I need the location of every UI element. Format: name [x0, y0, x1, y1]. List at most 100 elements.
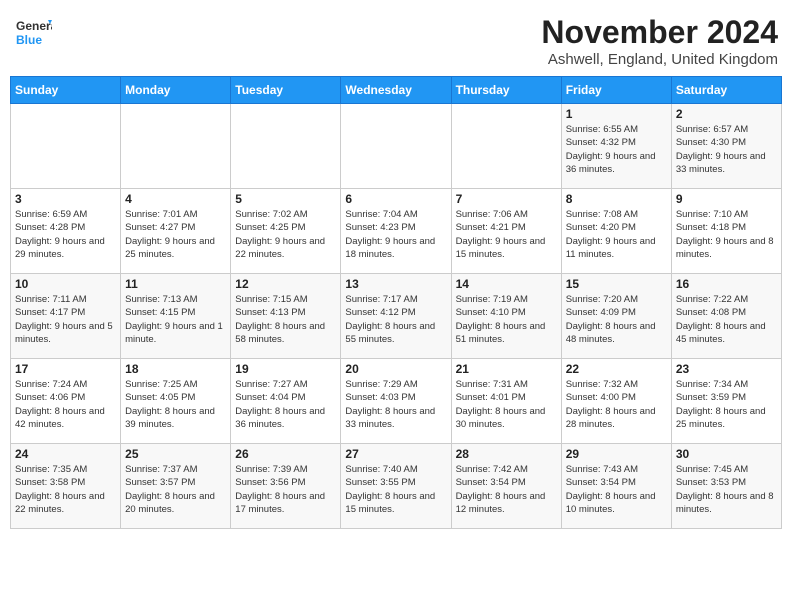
table-cell: 9 Sunrise: 7:10 AMSunset: 4:18 PMDaylight… [671, 189, 781, 274]
day-info: Sunrise: 7:31 AMSunset: 4:01 PMDaylight:… [456, 378, 557, 431]
col-friday: Friday [561, 77, 671, 104]
day-info: Sunrise: 7:35 AMSunset: 3:58 PMDaylight:… [15, 463, 116, 516]
table-cell: 21 Sunrise: 7:31 AMSunset: 4:01 PMDayligh… [451, 359, 561, 444]
col-monday: Monday [121, 77, 231, 104]
day-number: 10 [15, 277, 116, 291]
table-cell [121, 104, 231, 189]
day-number: 30 [676, 447, 777, 461]
day-number: 20 [345, 362, 446, 376]
table-cell: 10 Sunrise: 7:11 AMSunset: 4:17 PMDayligh… [11, 274, 121, 359]
day-number: 2 [676, 107, 777, 121]
day-number: 5 [235, 192, 336, 206]
calendar-body: 1 Sunrise: 6:55 AMSunset: 4:32 PMDaylight… [11, 104, 782, 529]
day-number: 12 [235, 277, 336, 291]
logo: General Blue [14, 14, 52, 52]
day-number: 17 [15, 362, 116, 376]
day-number: 13 [345, 277, 446, 291]
day-info: Sunrise: 7:20 AMSunset: 4:09 PMDaylight:… [566, 293, 667, 346]
table-cell: 4 Sunrise: 7:01 AMSunset: 4:27 PMDaylight… [121, 189, 231, 274]
day-info: Sunrise: 7:06 AMSunset: 4:21 PMDaylight:… [456, 208, 557, 261]
day-number: 27 [345, 447, 446, 461]
table-cell: 12 Sunrise: 7:15 AMSunset: 4:13 PMDayligh… [231, 274, 341, 359]
day-number: 9 [676, 192, 777, 206]
calendar-table: Sunday Monday Tuesday Wednesday Thursday… [10, 76, 782, 529]
day-info: Sunrise: 7:15 AMSunset: 4:13 PMDaylight:… [235, 293, 336, 346]
day-number: 22 [566, 362, 667, 376]
table-cell: 19 Sunrise: 7:27 AMSunset: 4:04 PMDayligh… [231, 359, 341, 444]
day-number: 23 [676, 362, 777, 376]
table-cell [11, 104, 121, 189]
table-cell: 1 Sunrise: 6:55 AMSunset: 4:32 PMDaylight… [561, 104, 671, 189]
table-cell: 27 Sunrise: 7:40 AMSunset: 3:55 PMDayligh… [341, 444, 451, 529]
day-info: Sunrise: 7:11 AMSunset: 4:17 PMDaylight:… [15, 293, 116, 346]
col-thursday: Thursday [451, 77, 561, 104]
day-info: Sunrise: 7:02 AMSunset: 4:25 PMDaylight:… [235, 208, 336, 261]
day-number: 14 [456, 277, 557, 291]
day-info: Sunrise: 6:55 AMSunset: 4:32 PMDaylight:… [566, 123, 667, 176]
table-cell: 13 Sunrise: 7:17 AMSunset: 4:12 PMDayligh… [341, 274, 451, 359]
table-cell [341, 104, 451, 189]
table-cell: 24Sunrise: 7:35 AMSunset: 3:58 PMDayligh… [11, 444, 121, 529]
table-cell: 30 Sunrise: 7:45 AMSunset: 3:53 PMDayligh… [671, 444, 781, 529]
day-info: Sunrise: 7:32 AMSunset: 4:00 PMDaylight:… [566, 378, 667, 431]
sub-title: Ashwell, England, United Kingdom [541, 51, 778, 68]
day-info: Sunrise: 7:13 AMSunset: 4:15 PMDaylight:… [125, 293, 226, 346]
calendar-header: Sunday Monday Tuesday Wednesday Thursday… [11, 77, 782, 104]
table-cell: 5 Sunrise: 7:02 AMSunset: 4:25 PMDaylight… [231, 189, 341, 274]
day-number: 18 [125, 362, 226, 376]
day-number: 19 [235, 362, 336, 376]
table-cell: 18 Sunrise: 7:25 AMSunset: 4:05 PMDayligh… [121, 359, 231, 444]
table-cell: 23 Sunrise: 7:34 AMSunset: 3:59 PMDayligh… [671, 359, 781, 444]
table-cell: 17 Sunrise: 7:24 AMSunset: 4:06 PMDayligh… [11, 359, 121, 444]
day-info: Sunrise: 6:59 AMSunset: 4:28 PMDaylight:… [15, 208, 116, 261]
day-info: Sunrise: 7:04 AMSunset: 4:23 PMDaylight:… [345, 208, 446, 261]
day-info: Sunrise: 7:25 AMSunset: 4:05 PMDaylight:… [125, 378, 226, 431]
day-number: 6 [345, 192, 446, 206]
day-info: Sunrise: 7:39 AMSunset: 3:56 PMDaylight:… [235, 463, 336, 516]
table-cell: 22 Sunrise: 7:32 AMSunset: 4:00 PMDayligh… [561, 359, 671, 444]
day-info: Sunrise: 7:40 AMSunset: 3:55 PMDaylight:… [345, 463, 446, 516]
table-cell [451, 104, 561, 189]
col-sunday: Sunday [11, 77, 121, 104]
day-info: Sunrise: 7:24 AMSunset: 4:06 PMDaylight:… [15, 378, 116, 431]
day-info: Sunrise: 7:10 AMSunset: 4:18 PMDaylight:… [676, 208, 777, 261]
day-number: 29 [566, 447, 667, 461]
day-info: Sunrise: 7:45 AMSunset: 3:53 PMDaylight:… [676, 463, 777, 516]
table-cell: 25 Sunrise: 7:37 AMSunset: 3:57 PMDayligh… [121, 444, 231, 529]
day-info: Sunrise: 7:29 AMSunset: 4:03 PMDaylight:… [345, 378, 446, 431]
day-info: Sunrise: 7:34 AMSunset: 3:59 PMDaylight:… [676, 378, 777, 431]
day-number: 16 [676, 277, 777, 291]
day-info: Sunrise: 7:42 AMSunset: 3:54 PMDaylight:… [456, 463, 557, 516]
col-tuesday: Tuesday [231, 77, 341, 104]
day-info: Sunrise: 7:43 AMSunset: 3:54 PMDaylight:… [566, 463, 667, 516]
svg-text:Blue: Blue [16, 33, 42, 47]
day-number: 4 [125, 192, 226, 206]
day-number: 11 [125, 277, 226, 291]
table-cell [231, 104, 341, 189]
day-number: 1 [566, 107, 667, 121]
day-number: 25 [125, 447, 226, 461]
table-cell: 26Sunrise: 7:39 AMSunset: 3:56 PMDayligh… [231, 444, 341, 529]
logo-icon: General Blue [14, 14, 52, 52]
table-cell: 3Sunrise: 6:59 AMSunset: 4:28 PMDaylight… [11, 189, 121, 274]
day-number: 28 [456, 447, 557, 461]
table-cell: 8 Sunrise: 7:08 AMSunset: 4:20 PMDaylight… [561, 189, 671, 274]
page-header: General Blue November 2024 Ashwell, Engl… [10, 10, 782, 68]
day-info: Sunrise: 7:01 AMSunset: 4:27 PMDaylight:… [125, 208, 226, 261]
day-info: Sunrise: 7:27 AMSunset: 4:04 PMDaylight:… [235, 378, 336, 431]
table-cell: 20 Sunrise: 7:29 AMSunset: 4:03 PMDayligh… [341, 359, 451, 444]
day-info: Sunrise: 7:08 AMSunset: 4:20 PMDaylight:… [566, 208, 667, 261]
table-cell: 2 Sunrise: 6:57 AMSunset: 4:30 PMDaylight… [671, 104, 781, 189]
table-cell: 11 Sunrise: 7:13 AMSunset: 4:15 PMDayligh… [121, 274, 231, 359]
main-title: November 2024 [541, 14, 778, 51]
day-info: Sunrise: 7:19 AMSunset: 4:10 PMDaylight:… [456, 293, 557, 346]
col-wednesday: Wednesday [341, 77, 451, 104]
col-saturday: Saturday [671, 77, 781, 104]
day-info: Sunrise: 7:17 AMSunset: 4:12 PMDaylight:… [345, 293, 446, 346]
title-block: November 2024 Ashwell, England, United K… [541, 14, 778, 68]
table-cell: 28 Sunrise: 7:42 AMSunset: 3:54 PMDayligh… [451, 444, 561, 529]
day-number: 21 [456, 362, 557, 376]
day-info: Sunrise: 7:37 AMSunset: 3:57 PMDaylight:… [125, 463, 226, 516]
day-number: 8 [566, 192, 667, 206]
day-info: Sunrise: 6:57 AMSunset: 4:30 PMDaylight:… [676, 123, 777, 176]
